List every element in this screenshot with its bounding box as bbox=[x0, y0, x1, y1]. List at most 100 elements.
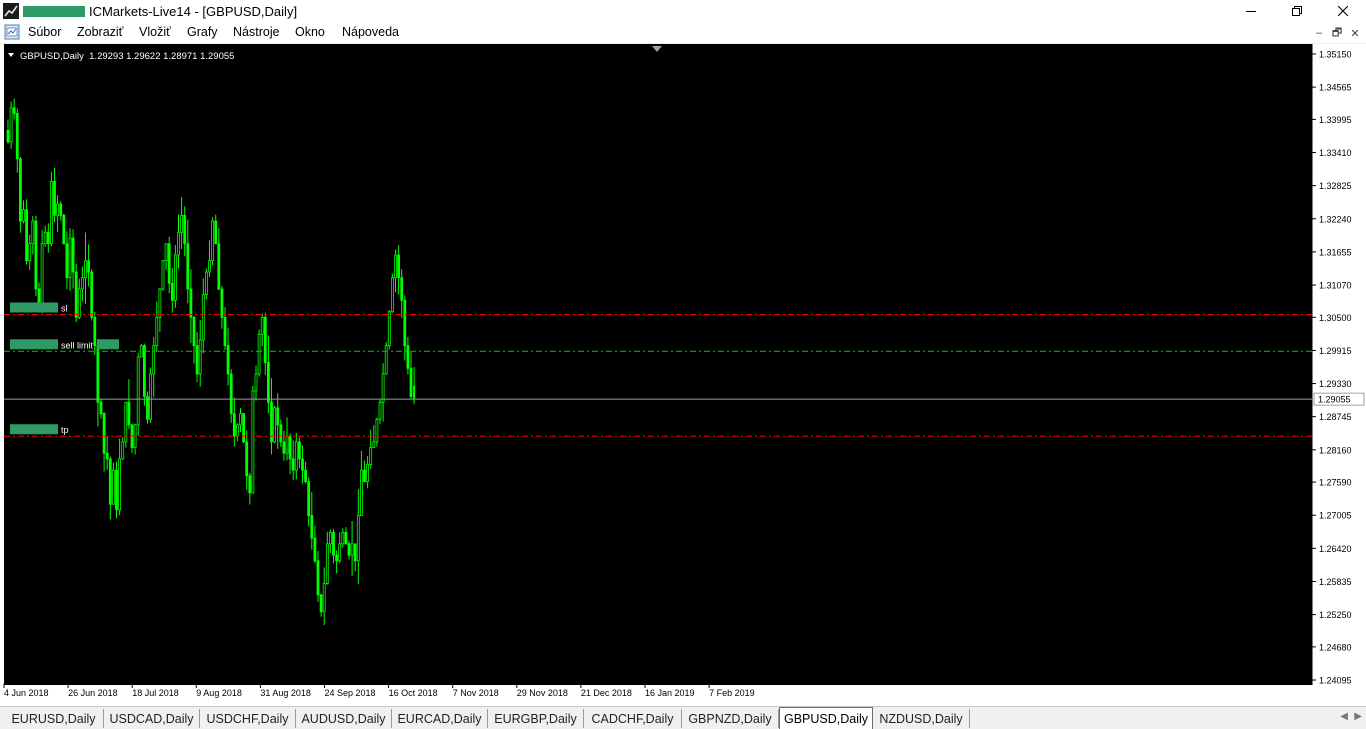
price-axis-label: 1.29330 bbox=[1319, 379, 1352, 389]
tab-nzdusd[interactable]: NZDUSD,Daily bbox=[873, 709, 970, 728]
candle-body bbox=[195, 345, 199, 375]
tab-audusd[interactable]: AUDUSD,Daily bbox=[296, 709, 392, 728]
price-axis-label: 1.30500 bbox=[1319, 313, 1352, 323]
candle-body bbox=[378, 401, 382, 420]
candle-body bbox=[335, 554, 339, 562]
candle-body bbox=[180, 214, 184, 233]
time-axis-label: 26 Jun 2018 bbox=[68, 688, 118, 698]
account-name-redacted bbox=[23, 6, 85, 17]
tab-usdcad[interactable]: USDCAD,Daily bbox=[104, 709, 200, 728]
tab-cadchf[interactable]: CADCHF,Daily bbox=[584, 709, 682, 728]
candle-body bbox=[56, 203, 59, 216]
price-axis-label: 1.32240 bbox=[1319, 214, 1352, 224]
price-axis-label: 1.31070 bbox=[1319, 281, 1352, 291]
candle-body bbox=[211, 220, 215, 262]
candle-body bbox=[96, 345, 100, 403]
candle-body bbox=[316, 560, 320, 596]
candle-body bbox=[366, 464, 370, 482]
chart-window[interactable]: sl sell limit tp 1.29055 1.35150 1.34565 1.33… bbox=[0, 44, 1366, 706]
candle-body bbox=[294, 441, 298, 471]
candle-body bbox=[170, 282, 174, 301]
candle-body bbox=[232, 413, 236, 437]
tab-eurgbp[interactable]: EURGBP,Daily bbox=[488, 709, 584, 728]
candle-body bbox=[251, 390, 255, 494]
candle-body bbox=[325, 543, 329, 584]
price-chart[interactable]: sl sell limit tp 1.29055 1.35150 1.34565 1.33… bbox=[0, 44, 1366, 706]
minimize-window-button[interactable] bbox=[1228, 0, 1274, 22]
price-axis-label: 1.34565 bbox=[1319, 83, 1352, 93]
time-axis-label: 16 Jan 2019 bbox=[645, 688, 695, 698]
price-axis-label: 1.27590 bbox=[1319, 478, 1352, 488]
candle-body bbox=[254, 373, 258, 392]
tabs-scroll-left-button[interactable]: ◀ bbox=[1340, 711, 1348, 722]
candle-body bbox=[50, 181, 53, 245]
candle-body bbox=[263, 316, 267, 364]
candle-body bbox=[46, 231, 50, 245]
candle-body bbox=[214, 220, 218, 245]
price-axis-label: 1.28160 bbox=[1319, 445, 1352, 455]
candle-body bbox=[118, 458, 121, 511]
menu-tools[interactable]: Nástroje bbox=[233, 25, 280, 39]
candle-body bbox=[81, 277, 84, 290]
level-label-sl[interactable]: sl bbox=[61, 303, 68, 313]
menu-charts[interactable]: Grafy bbox=[187, 25, 218, 39]
menu-insert[interactable]: Vložiť bbox=[139, 25, 171, 39]
candle-body bbox=[192, 316, 196, 347]
candle-body bbox=[34, 220, 38, 290]
candle-body bbox=[307, 481, 311, 516]
candle-body bbox=[341, 532, 345, 545]
candle-body bbox=[136, 356, 140, 426]
chart-close-button[interactable]: ✕ bbox=[1347, 25, 1363, 41]
candle-body bbox=[387, 311, 391, 347]
tab-usdchf[interactable]: USDCHF,Daily bbox=[200, 709, 296, 728]
menu-file[interactable]: Súbor bbox=[28, 25, 61, 39]
candle-body bbox=[65, 243, 69, 279]
title-bar: ICMarkets-Live14 - [GBPUSD,Daily] bbox=[0, 0, 1366, 22]
candle-body bbox=[68, 237, 72, 279]
price-axis-label: 1.24680 bbox=[1319, 642, 1352, 652]
menu-view[interactable]: Zobraziť bbox=[77, 25, 123, 39]
candle-body bbox=[127, 401, 131, 426]
tab-gbpusd[interactable]: GBPUSD,Daily bbox=[779, 707, 873, 729]
candle-body bbox=[403, 299, 407, 347]
level-label-sell-limit[interactable]: sell limit bbox=[61, 340, 94, 350]
restore-icon bbox=[1292, 6, 1302, 16]
menu-window[interactable]: Okno bbox=[295, 25, 325, 39]
candle-body bbox=[220, 288, 224, 318]
menu-help[interactable]: Nápoveda bbox=[342, 25, 399, 39]
candle-body bbox=[77, 288, 81, 318]
candle-body bbox=[146, 396, 149, 420]
tab-gbpnzd[interactable]: GBPNZD,Daily bbox=[682, 709, 779, 728]
time-axis-label: 7 Nov 2018 bbox=[453, 688, 499, 698]
tabs-scroll-right-button[interactable]: ▶ bbox=[1354, 711, 1362, 722]
candle-body bbox=[359, 469, 363, 516]
time-axis-label: 21 Dec 2018 bbox=[581, 688, 632, 698]
candle-body bbox=[347, 543, 351, 556]
tab-eurusd[interactable]: EURUSD,Daily bbox=[4, 709, 104, 728]
candle-body bbox=[406, 345, 410, 369]
window-title: ICMarkets-Live14 - [GBPUSD,Daily] bbox=[89, 4, 298, 19]
level-label-tp[interactable]: tp bbox=[61, 425, 69, 435]
candle-body bbox=[108, 458, 112, 505]
level-label-bg-sell-limit bbox=[10, 339, 58, 350]
tab-eurcad[interactable]: EURCAD,Daily bbox=[392, 709, 488, 728]
candle-body bbox=[84, 260, 87, 279]
restore-window-button[interactable] bbox=[1274, 0, 1320, 22]
candle-body bbox=[279, 424, 283, 443]
candle-body bbox=[384, 345, 388, 375]
candle-body bbox=[301, 458, 304, 471]
close-window-button[interactable] bbox=[1320, 0, 1366, 22]
candle-body bbox=[62, 214, 66, 245]
candle-body bbox=[273, 407, 277, 443]
candle-body bbox=[183, 214, 187, 245]
chart-minimize-button[interactable]: – bbox=[1311, 25, 1327, 41]
candle-body bbox=[313, 537, 317, 562]
close-icon bbox=[1338, 6, 1348, 16]
chart-window-icon[interactable] bbox=[4, 24, 20, 40]
candle-body bbox=[18, 158, 22, 222]
time-axis-label: 7 Feb 2019 bbox=[709, 688, 755, 698]
chart-restore-button[interactable]: 🗗 bbox=[1329, 25, 1345, 41]
candle-body bbox=[155, 316, 159, 347]
candle-body bbox=[31, 220, 35, 245]
candle-body bbox=[59, 203, 63, 216]
